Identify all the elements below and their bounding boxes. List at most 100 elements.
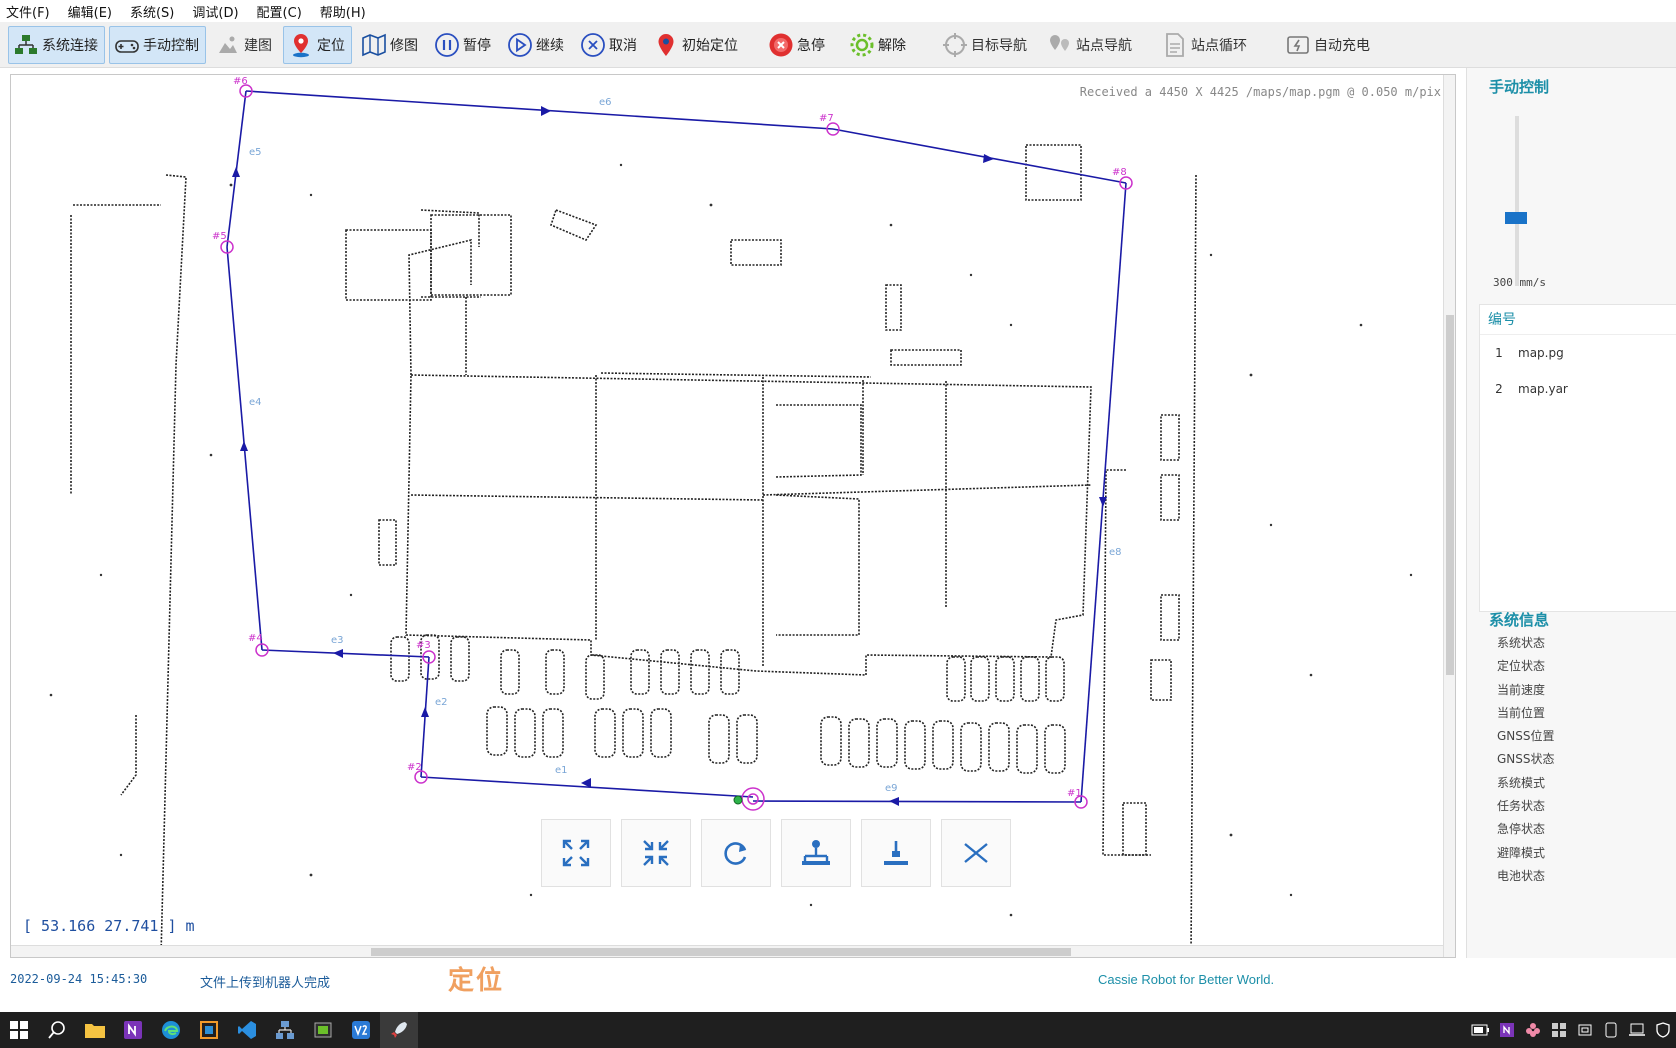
- horizontal-scrollbar[interactable]: [11, 945, 1455, 957]
- zoom-reset-button[interactable]: [621, 819, 691, 887]
- menu-help[interactable]: 帮助(H): [320, 2, 366, 21]
- start-button[interactable]: [0, 1012, 38, 1048]
- edge-label: e4: [249, 397, 262, 408]
- route-arrow: [889, 797, 899, 806]
- vertical-scrollbar[interactable]: [1443, 75, 1455, 957]
- sysinfo-system-mode: 系统模式: [1497, 775, 1546, 790]
- status-message: 文件上传到机器人完成: [200, 976, 331, 991]
- speed-slider[interactable]: [1505, 116, 1527, 286]
- vertical-scroll-thumb[interactable]: [1446, 315, 1454, 675]
- menu-system[interactable]: 系统(S): [130, 2, 174, 21]
- horizontal-scroll-thumb[interactable]: [371, 948, 1071, 956]
- system-info-title: 系统信息: [1489, 611, 1550, 629]
- menu-edit[interactable]: 编辑(E): [68, 2, 112, 21]
- tray-security[interactable]: [1650, 1012, 1676, 1048]
- station-loop-button[interactable]: 站点循环: [1157, 26, 1254, 64]
- edge-label: e3: [331, 635, 344, 646]
- folder-icon: [85, 1024, 105, 1038]
- route-stations: [220, 84, 1133, 809]
- edit-map-label: 修图: [390, 37, 418, 54]
- tray-grid-app[interactable]: [1546, 1012, 1572, 1048]
- flower-icon: [1526, 1023, 1540, 1037]
- compress-icon: [643, 840, 669, 866]
- taskbar-edge[interactable]: [152, 1012, 190, 1048]
- sysinfo-position: 当前位置: [1497, 705, 1546, 720]
- speed-slider-knob[interactable]: [1505, 212, 1527, 224]
- phone-icon: [1605, 1022, 1617, 1038]
- release-label: 解除: [878, 37, 906, 54]
- laptop-icon: [1629, 1023, 1645, 1036]
- file-list-item[interactable]: 1 map.pg: [1480, 335, 1676, 371]
- cancel-icon: [580, 32, 606, 58]
- connect-label: 系统连接: [42, 37, 98, 54]
- taskbar-vscode[interactable]: [228, 1012, 266, 1048]
- connect-button[interactable]: 系统连接: [8, 25, 105, 64]
- cancel-button[interactable]: 取消: [575, 26, 644, 64]
- robot-icon: [802, 840, 830, 865]
- edge-label: e5: [249, 147, 262, 158]
- edge-e9: [752, 800, 1082, 803]
- tray-laptop[interactable]: [1624, 1012, 1650, 1048]
- manual-control-label: 手动控制: [143, 37, 199, 54]
- zoom-fit-button[interactable]: [541, 819, 611, 887]
- init-locate-button[interactable]: 初始定位: [648, 26, 745, 64]
- station-label: #7: [819, 113, 834, 124]
- file-number: 2: [1495, 382, 1503, 396]
- file-list-item[interactable]: 2 map.yar: [1480, 371, 1676, 407]
- refresh-button[interactable]: [701, 819, 771, 887]
- map-view[interactable]: #1 #2 #3 #4 #5 #6 #7 #8 e1 e2 e3 e4 e5 e…: [10, 74, 1456, 958]
- route-arrow: [333, 649, 343, 658]
- sysinfo-gnss-status: GNSS状态: [1497, 752, 1555, 767]
- sysinfo-battery-status: 电池状态: [1497, 868, 1546, 883]
- tray-window[interactable]: [1572, 1012, 1598, 1048]
- locate-button[interactable]: 定位: [283, 25, 352, 64]
- release-button[interactable]: 解除: [844, 26, 913, 64]
- robot-center-button[interactable]: [781, 819, 851, 887]
- taskbar-terminal[interactable]: [304, 1012, 342, 1048]
- route-arrow: [541, 106, 551, 116]
- map-info-text: Received a 4450 X 4425 /maps/map.pgm @ 0…: [1079, 85, 1441, 99]
- status-timestamp: 2022-09-24 15:45:30: [10, 972, 148, 986]
- pause-button[interactable]: 暂停: [429, 26, 498, 64]
- station-pin-icon: [1047, 32, 1073, 58]
- taskbar-v2[interactable]: [342, 1012, 380, 1048]
- robot-pose-outer: [741, 787, 765, 811]
- target-nav-button[interactable]: 目标导航: [937, 26, 1034, 64]
- auto-charge-button[interactable]: 自动充电: [1280, 26, 1377, 64]
- pose-icon: [884, 841, 908, 865]
- taskbar-search-button[interactable]: [38, 1012, 76, 1048]
- tray-onenote[interactable]: [1494, 1012, 1520, 1048]
- menu-debug[interactable]: 调试(D): [192, 2, 238, 21]
- play-icon: [507, 32, 533, 58]
- status-mode: 定位: [448, 966, 505, 996]
- taskbar-explorer[interactable]: [76, 1012, 114, 1048]
- station-nav-button[interactable]: 站点导航: [1042, 26, 1139, 64]
- file-name: map.pg: [1518, 346, 1564, 360]
- resume-button[interactable]: 继续: [502, 26, 571, 64]
- estop-button[interactable]: 急停: [763, 26, 832, 64]
- robot-marker: [733, 787, 765, 811]
- sysinfo-system-status: 系统状态: [1497, 636, 1546, 650]
- taskbar-app-orange[interactable]: [190, 1012, 228, 1048]
- sysinfo-task-status: 任务状态: [1497, 799, 1546, 814]
- menu-file[interactable]: 文件(F): [6, 2, 50, 21]
- clear-path-button[interactable]: [941, 819, 1011, 887]
- taskbar-network-app[interactable]: [266, 1012, 304, 1048]
- status-bar: 2022-09-24 15:45:30 文件上传到机器人完成 定位 Cassie…: [0, 958, 1676, 1000]
- sysinfo-locate-status: 定位状态: [1497, 659, 1546, 674]
- station-label: #5: [212, 231, 227, 242]
- set-pose-button[interactable]: [861, 819, 931, 887]
- status-slogan: Cassie Robot for Better World.: [1098, 972, 1275, 987]
- menu-config[interactable]: 配置(C): [257, 2, 302, 21]
- edit-map-button[interactable]: 修图: [356, 26, 425, 64]
- taskbar-robot-app[interactable]: [380, 1012, 418, 1048]
- tray-flower-app[interactable]: [1520, 1012, 1546, 1048]
- pause-label: 暂停: [463, 37, 491, 54]
- manual-control-button[interactable]: 手动控制: [109, 25, 206, 64]
- build-map-button[interactable]: 建图: [210, 26, 279, 64]
- taskbar-onenote[interactable]: [114, 1012, 152, 1048]
- file-list: 编号 1 map.pg 2 map.yar: [1479, 304, 1676, 612]
- tray-phone[interactable]: [1598, 1012, 1624, 1048]
- terminal-icon: [314, 1022, 332, 1038]
- tray-battery[interactable]: [1468, 1012, 1494, 1048]
